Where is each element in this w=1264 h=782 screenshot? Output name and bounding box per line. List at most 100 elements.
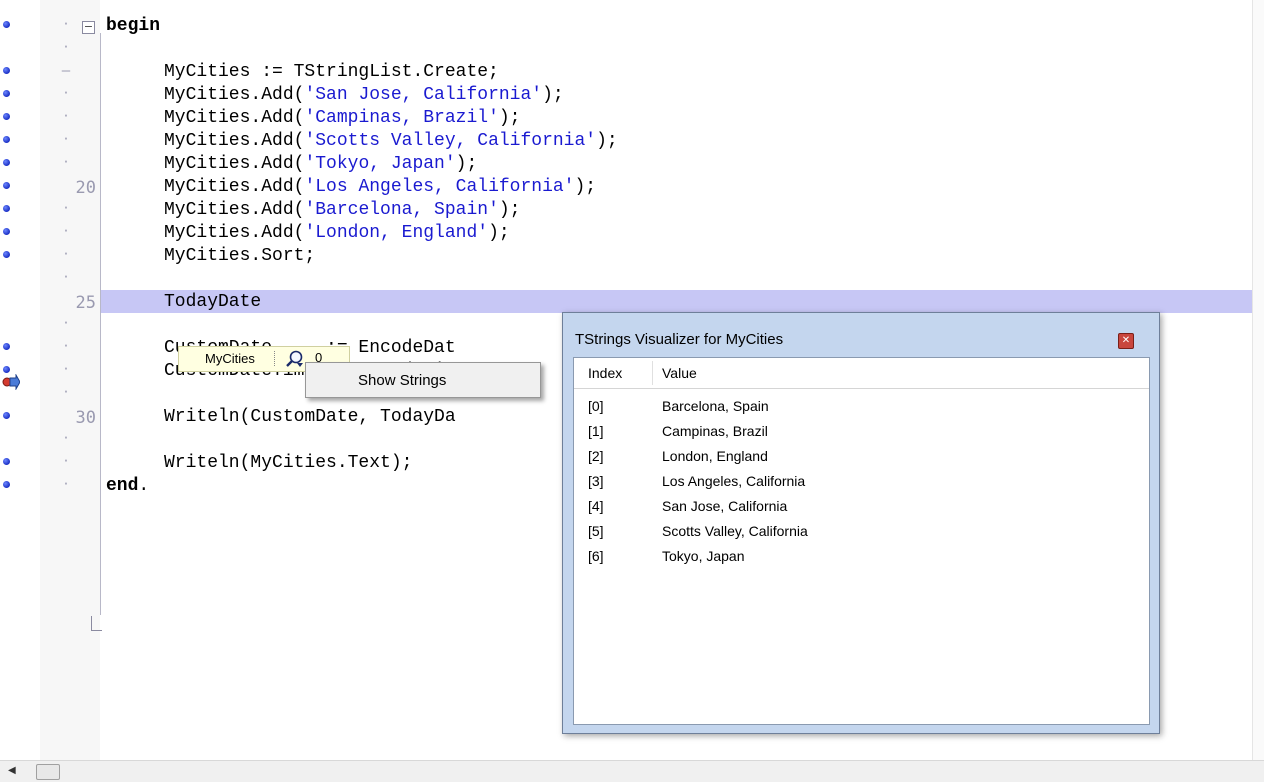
line-marker-dot: · <box>62 155 70 169</box>
line-marker-dot: · <box>62 17 70 31</box>
breakpoint-marker-icon[interactable] <box>3 458 10 465</box>
line-marker-dot: · <box>62 431 70 445</box>
row-index: [5] <box>588 523 604 539</box>
code-token: MyCities.Add( <box>164 177 305 197</box>
fold-collapse-icon[interactable]: − <box>82 21 95 34</box>
breakpoint-marker-icon[interactable] <box>3 205 10 212</box>
code-token: MyCities := TStringList.Create; <box>164 62 499 82</box>
show-strings-menu-item[interactable]: Show Strings <box>306 363 540 397</box>
horizontal-scrollbar[interactable]: ◀ <box>0 760 1264 782</box>
show-strings-label: Show Strings <box>358 372 447 389</box>
code-token: ); <box>574 177 597 197</box>
line-marker-dot: · <box>62 224 70 238</box>
code-line[interactable]: TodayDate <box>164 291 261 314</box>
scroll-thumb[interactable] <box>36 764 60 780</box>
keyword: end <box>106 476 139 496</box>
visualizer-title: TStrings Visualizer for MyCities <box>575 331 784 348</box>
fold-end-marker <box>91 616 102 631</box>
line-marker-dot: · <box>62 132 70 146</box>
code-line[interactable]: MyCities.Add('Barcelona, Spain'); <box>164 199 520 222</box>
row-index: [4] <box>588 498 604 514</box>
row-value: London, England <box>662 448 768 464</box>
editor-right-edge <box>1252 0 1264 760</box>
line-marker-dot: · <box>62 40 70 54</box>
code-line[interactable]: MyCities.Add('Tokyo, Japan'); <box>164 153 477 176</box>
line-number: 20 <box>75 178 96 198</box>
code-line[interactable]: MyCities.Add('Scotts Valley, California'… <box>164 130 618 153</box>
close-icon[interactable]: ✕ <box>1118 333 1134 349</box>
code-token: MyCities.Add( <box>164 131 305 151</box>
row-value: Los Angeles, California <box>662 473 806 489</box>
column-divider[interactable] <box>652 361 653 385</box>
code-token: Writeln(MyCities.Text); <box>164 453 413 473</box>
breakpoint-marker-icon[interactable] <box>3 481 10 488</box>
strings-list-view[interactable]: Index Value [0] Barcelona, Spain [1] Campin… <box>573 357 1150 725</box>
code-line[interactable]: MyCities.Sort; <box>164 245 315 268</box>
code-line[interactable]: begin <box>106 15 160 38</box>
code-line[interactable]: MyCities.Add('Campinas, Brazil'); <box>164 107 520 130</box>
scroll-left-arrow-icon[interactable]: ◀ <box>8 765 16 776</box>
column-header-index[interactable]: Index <box>588 365 622 381</box>
code-line[interactable]: MyCities.Add('Los Angeles, California'); <box>164 176 596 199</box>
code-token: ); <box>488 223 510 243</box>
keyword: begin <box>106 16 161 36</box>
breakpoint-marker-icon[interactable] <box>3 21 10 28</box>
line-marker-dot: · <box>62 247 70 261</box>
breakpoint-marker-icon[interactable] <box>3 113 10 120</box>
breakpoint-marker-icon[interactable] <box>3 182 10 189</box>
code-line[interactable]: end. <box>106 475 149 498</box>
hint-separator <box>274 351 276 366</box>
code-token: MyCities.Add( <box>164 85 305 105</box>
code-token: . <box>138 476 150 496</box>
code-token: MyCities.Add( <box>164 223 305 243</box>
code-token: ); <box>596 131 618 151</box>
string-literal: 'San Jose, California' <box>304 85 543 105</box>
code-token: Writeln(CustomDate, TodayDa <box>164 407 456 427</box>
magnifier-icon[interactable] <box>285 349 305 369</box>
breakpoint-marker-icon[interactable] <box>3 90 10 97</box>
string-literal: 'Barcelona, Spain' <box>304 200 499 220</box>
string-literal: 'Los Angeles, California' <box>304 177 575 197</box>
code-token: ); <box>542 85 564 105</box>
list-item[interactable]: [4] San Jose, California <box>574 494 1149 519</box>
list-header: Index Value <box>574 358 1149 389</box>
fold-guide-line <box>100 33 101 615</box>
code-line[interactable]: Writeln(MyCities.Text); <box>164 452 412 475</box>
code-line[interactable]: MyCities.Add('London, England'); <box>164 222 510 245</box>
breakpoint-marker-icon[interactable] <box>3 159 10 166</box>
code-line[interactable]: MyCities.Add('San Jose, California'); <box>164 84 564 107</box>
code-token: ); <box>498 108 521 128</box>
line-marker-dot: · <box>62 201 70 215</box>
code-token: MyCities.Sort; <box>164 246 316 266</box>
code-line[interactable]: Writeln(CustomDate, TodayDa <box>164 406 456 429</box>
column-header-value[interactable]: Value <box>662 365 697 381</box>
string-literal: 'London, England' <box>304 223 489 243</box>
breakpoint-marker-icon[interactable] <box>3 412 10 419</box>
line-marker-dot: · <box>62 339 70 353</box>
list-item[interactable]: [0] Barcelona, Spain <box>574 394 1149 419</box>
line-marker-dot: · <box>62 477 70 491</box>
string-literal: 'Tokyo, Japan' <box>304 154 456 174</box>
breakpoint-marker-icon[interactable] <box>3 366 10 373</box>
code-line[interactable]: MyCities := TStringList.Create; <box>164 61 499 84</box>
line-marker-dot: · <box>62 86 70 100</box>
string-literal: 'Campinas, Brazil' <box>304 108 499 128</box>
list-item[interactable]: [3] Los Angeles, California <box>574 469 1149 494</box>
list-item[interactable]: [1] Campinas, Brazil <box>574 419 1149 444</box>
list-item[interactable]: [6] Tokyo, Japan <box>574 544 1149 569</box>
line-marker-dot: – <box>61 63 71 79</box>
list-item[interactable]: [2] London, England <box>574 444 1149 469</box>
string-literal: 'Scotts Valley, California' <box>304 131 597 151</box>
row-value: Scotts Valley, California <box>662 523 808 539</box>
breakpoint-marker-icon[interactable] <box>3 67 10 74</box>
tstrings-visualizer-window[interactable]: TStrings Visualizer for MyCities ✕ Index… <box>562 312 1160 734</box>
row-index: [0] <box>588 398 604 414</box>
breakpoint-marker-icon[interactable] <box>3 136 10 143</box>
line-marker-dot: · <box>62 316 70 330</box>
list-item[interactable]: [5] Scotts Valley, California <box>574 519 1149 544</box>
code-token: MyCities.Add( <box>164 108 305 128</box>
row-index: [3] <box>588 473 604 489</box>
breakpoint-marker-icon[interactable] <box>3 343 10 350</box>
breakpoint-marker-icon[interactable] <box>3 251 10 258</box>
breakpoint-marker-icon[interactable] <box>3 228 10 235</box>
